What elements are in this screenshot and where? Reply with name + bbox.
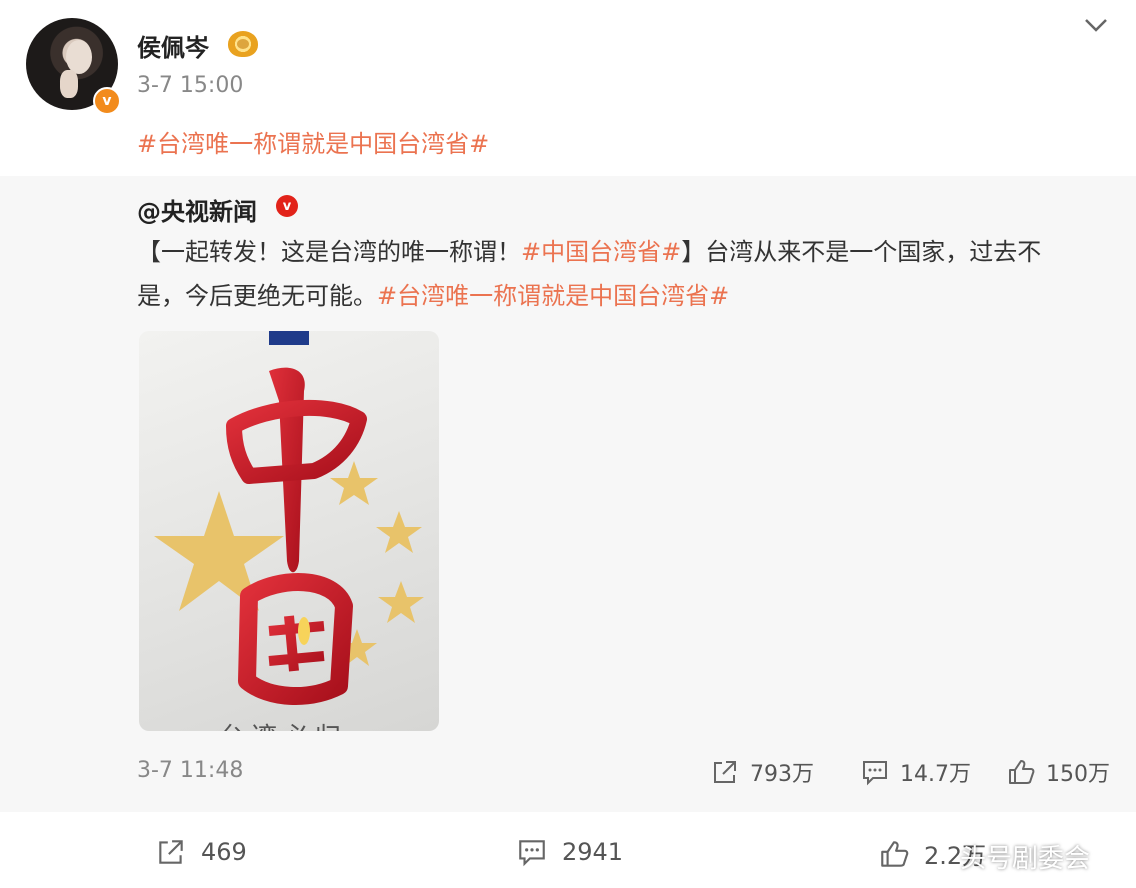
- repost-tag1[interactable]: #中国台湾省#: [521, 238, 681, 266]
- repost-source[interactable]: @央视新闻: [137, 192, 257, 227]
- post-topic[interactable]: #台湾唯一称谓就是中国台湾省#: [137, 124, 489, 159]
- avatar-face: [66, 40, 92, 74]
- share-button[interactable]: 469: [155, 836, 247, 868]
- repost-text-part1: 【一起转发！这是台湾的唯一称谓！: [137, 238, 521, 266]
- username[interactable]: 侯佩岑: [137, 28, 209, 63]
- avatar-hand: [60, 70, 78, 98]
- like-icon: [881, 840, 909, 867]
- share-icon: [714, 761, 736, 783]
- post-header: v 侯佩岑 3-7 15:00 #台湾唯一称谓就是中国台湾省#: [0, 0, 1136, 176]
- repost-time[interactable]: 3-7 11:48: [137, 758, 243, 783]
- repost-comment-button[interactable]: 14.7万: [860, 756, 971, 788]
- repost-tag2[interactable]: #台湾唯一称谓就是中国台湾省#: [377, 282, 729, 310]
- comment-icon: [863, 761, 887, 786]
- post-time[interactable]: 3-7 15:00: [137, 73, 243, 98]
- repost-comment-count: 14.7万: [900, 762, 971, 787]
- comment-button[interactable]: 2941: [516, 836, 623, 868]
- verified-badge-icon: v: [93, 87, 121, 115]
- watermark: 头号剧委会: [960, 844, 1091, 874]
- medal-icon[interactable]: [228, 31, 258, 57]
- repost-share-count: 793万: [750, 762, 814, 787]
- comment-icon: [519, 840, 545, 867]
- repost-like-count: 150万: [1046, 762, 1110, 787]
- post-footer: 469 2941 2.2万 头号剧委会: [0, 812, 1136, 888]
- share-count: 469: [201, 838, 247, 866]
- china-calligraphy-art: [154, 367, 424, 706]
- chevron-down-icon[interactable]: [1083, 10, 1109, 40]
- image-bottom-text: 台湾必归: [219, 717, 347, 731]
- repost-like-button[interactable]: 150万: [1006, 756, 1110, 788]
- share-icon: [159, 840, 183, 864]
- repost-card: @央视新闻 v 【一起转发！这是台湾的唯一称谓！#中国台湾省#】台湾从来不是一个…: [0, 176, 1136, 812]
- like-icon: [1009, 760, 1035, 784]
- repost-image[interactable]: 台湾必归: [139, 331, 439, 731]
- verified-badge-icon: v: [276, 195, 298, 217]
- repost-text: 【一起转发！这是台湾的唯一称谓！#中国台湾省#】台湾从来不是一个国家，过去不是，…: [137, 230, 1087, 318]
- repost-share-button[interactable]: 793万: [710, 756, 814, 788]
- comment-count: 2941: [562, 838, 624, 866]
